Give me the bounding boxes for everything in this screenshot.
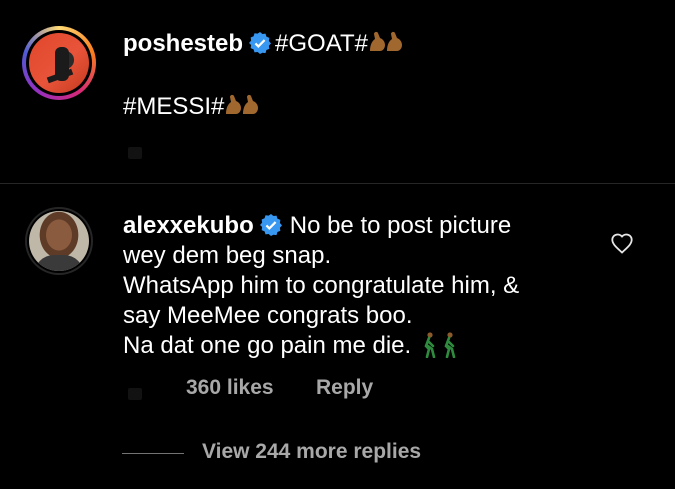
faint-marker <box>128 147 142 159</box>
flexed-biceps-icon <box>224 94 260 116</box>
comment-line-3: WhatsApp him to congratulate him, & <box>123 272 520 299</box>
comment-line-1: alexxekubo No be to post picture <box>123 211 511 241</box>
flexed-biceps-icon <box>368 31 404 53</box>
post-author-avatar[interactable] <box>29 33 89 93</box>
faint-marker <box>128 388 142 400</box>
comment-text: Na dat one go pain me die. <box>123 332 412 359</box>
view-more-replies-button[interactable]: View 244 more replies <box>202 440 421 464</box>
caption-text: #GOAT# <box>275 30 368 57</box>
likes-count[interactable]: 360 likes <box>186 376 274 400</box>
post-username[interactable]: poshesteb <box>123 30 243 57</box>
comment-username[interactable]: alexxekubo <box>123 212 254 239</box>
verified-badge-icon <box>259 214 282 236</box>
comment-text: No be to post picture <box>289 212 512 239</box>
section-divider <box>0 183 675 184</box>
comment-line-5: Na dat one go pain me die. <box>123 331 457 361</box>
like-heart-icon[interactable] <box>610 232 634 254</box>
comment-author-avatar[interactable] <box>29 211 89 271</box>
verified-badge-icon <box>249 32 272 54</box>
person-walking-icon <box>441 332 457 359</box>
person-walking-icon <box>421 332 437 359</box>
comment-line-4: say MeeMee congrats boo. <box>123 302 413 329</box>
post-caption-line-1: poshesteb #GOAT# <box>123 29 404 59</box>
reply-button[interactable]: Reply <box>316 376 373 400</box>
replies-divider-line <box>122 453 184 454</box>
comment-line-2: wey dem beg snap. <box>123 242 332 269</box>
caption-text: #MESSI# <box>123 93 225 120</box>
post-caption-line-2: #MESSI# <box>123 92 260 122</box>
